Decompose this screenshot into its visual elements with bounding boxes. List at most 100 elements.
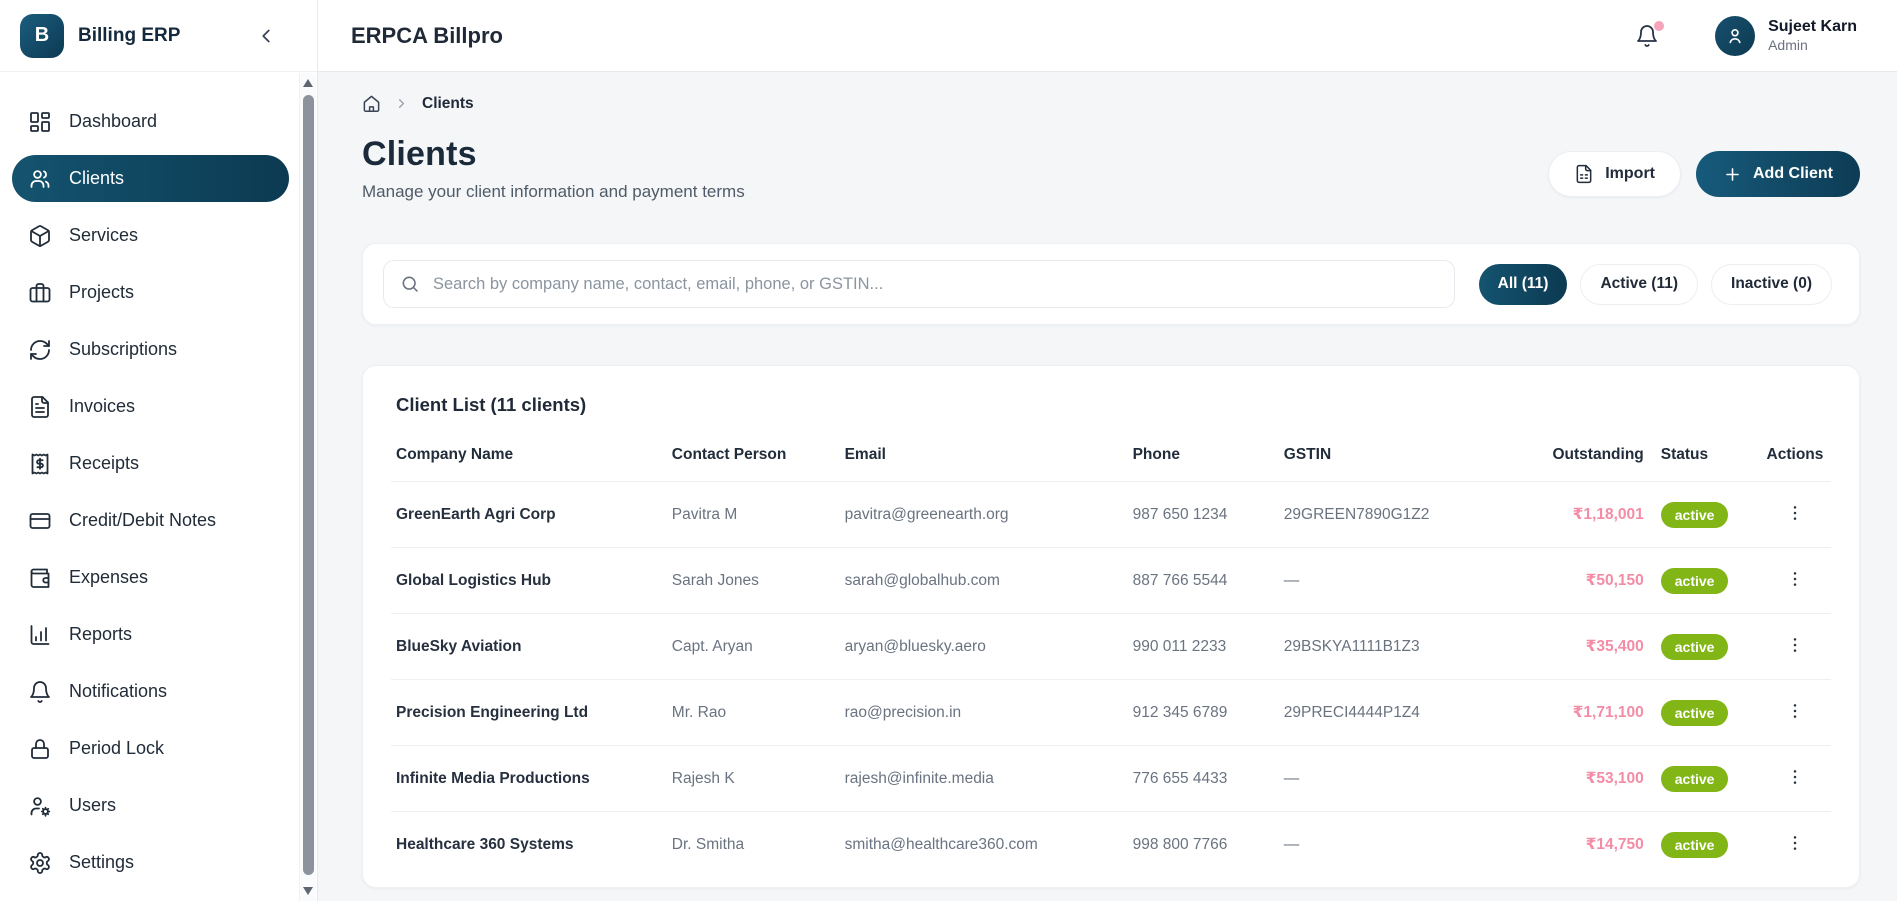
row-actions-button[interactable] [1779, 765, 1811, 789]
sidebar-item-credit-debit-notes[interactable]: Credit/Debit Notes [12, 497, 289, 544]
subscriptions-icon [28, 338, 52, 362]
sidebar-item-dashboard[interactable]: Dashboard [12, 98, 289, 145]
cell-outstanding: ₹50,150 [1521, 548, 1643, 614]
sidebar-item-label: Notifications [69, 681, 167, 702]
cell-email: sarah@globalhub.com [845, 548, 1133, 614]
user-menu[interactable]: Sujeet Karn Admin [1715, 16, 1857, 56]
sidebar-item-clients[interactable]: Clients [12, 155, 289, 202]
import-button[interactable]: Import [1548, 151, 1681, 197]
cell-outstanding: ₹14,750 [1521, 812, 1643, 878]
client-list-card: Client List (11 clients) Company NameCon… [362, 365, 1860, 888]
kebab-icon [1785, 635, 1805, 655]
home-icon[interactable] [362, 94, 381, 113]
sidebar-scrollbar[interactable] [299, 73, 316, 901]
row-actions-button[interactable] [1779, 501, 1811, 525]
row-actions-button[interactable] [1779, 567, 1811, 591]
sidebar-item-subscriptions[interactable]: Subscriptions [12, 326, 289, 373]
cell-actions [1759, 482, 1831, 548]
row-actions-button[interactable] [1779, 831, 1811, 855]
user-name: Sujeet Karn [1768, 17, 1857, 37]
app-logo: B [20, 14, 64, 58]
sidebar-item-expenses[interactable]: Expenses [12, 554, 289, 601]
app-window: B Billing ERP DashboardClientsServicesPr… [0, 0, 1897, 901]
sidebar-item-receipts[interactable]: Receipts [12, 440, 289, 487]
cell-phone: 776 655 4433 [1133, 746, 1284, 812]
sidebar-item-notifications[interactable]: Notifications [12, 668, 289, 715]
cell-email: smitha@healthcare360.com [845, 812, 1133, 878]
column-header-outstanding: Outstanding [1521, 446, 1643, 482]
search-input[interactable] [433, 275, 1438, 294]
cell-company: BlueSky Aviation [391, 614, 672, 680]
sidebar: B Billing ERP DashboardClientsServicesPr… [0, 0, 318, 901]
filter-all-11[interactable]: All (11) [1479, 264, 1568, 305]
cell-status: active [1644, 680, 1759, 746]
scrollbar-thumb[interactable] [303, 95, 314, 875]
import-label: Import [1605, 165, 1655, 183]
status-badge: active [1661, 832, 1729, 858]
filter-inactive-0[interactable]: Inactive (0) [1711, 264, 1832, 305]
notification-dot [1654, 21, 1664, 31]
wallet-icon [28, 566, 52, 590]
cell-gstin: 29PRECI4444P1Z4 [1284, 680, 1522, 746]
page-subtitle: Manage your client information and payme… [362, 182, 745, 202]
cell-status: active [1644, 614, 1759, 680]
cell-company: Healthcare 360 Systems [391, 812, 672, 878]
cell-status: active [1644, 746, 1759, 812]
filter-active-11[interactable]: Active (11) [1580, 264, 1698, 305]
kebab-icon [1785, 701, 1805, 721]
sidebar-item-label: Settings [69, 852, 134, 873]
scroll-down-arrow[interactable] [303, 887, 313, 895]
app-title: ERPCA Billpro [351, 23, 1635, 49]
status-badge: active [1661, 634, 1729, 660]
cell-status: active [1644, 482, 1759, 548]
settings-icon [28, 851, 52, 875]
table-row: Precision Engineering LtdMr. Raorao@prec… [391, 680, 1831, 746]
breadcrumb-current: Clients [422, 95, 474, 113]
sidebar-item-period-lock[interactable]: Period Lock [12, 725, 289, 772]
cell-actions [1759, 548, 1831, 614]
reports-icon [28, 623, 52, 647]
column-header-actions: Actions [1759, 446, 1831, 482]
cell-contact: Capt. Aryan [672, 614, 845, 680]
sidebar-item-label: Reports [69, 624, 132, 645]
cell-email: pavitra@greenearth.org [845, 482, 1133, 548]
cell-company: Global Logistics Hub [391, 548, 672, 614]
sidebar-collapse-button[interactable] [251, 21, 281, 51]
cell-outstanding: ₹1,71,100 [1521, 680, 1643, 746]
sidebar-item-settings[interactable]: Settings [12, 839, 289, 886]
search-filter-card: All (11) Active (11) Inactive (0) [362, 243, 1860, 325]
sidebar-item-reports[interactable]: Reports [12, 611, 289, 658]
cell-contact: Sarah Jones [672, 548, 845, 614]
sidebar-item-label: Dashboard [69, 111, 157, 132]
sidebar-nav: Dashboard Clients Services Projects Subscrip… [0, 72, 317, 901]
sidebar-item-label: Receipts [69, 453, 139, 474]
receipts-icon [28, 452, 52, 476]
cell-contact: Dr. Smitha [672, 812, 845, 878]
filter-group: All (11) Active (11) Inactive (0) [1479, 264, 1839, 305]
user-role: Admin [1768, 37, 1857, 55]
row-actions-button[interactable] [1779, 633, 1811, 657]
cell-company: GreenEarth Agri Corp [391, 482, 672, 548]
client-list-title: Client List (11 clients) [391, 394, 1831, 416]
add-client-label: Add Client [1753, 165, 1833, 183]
chevron-left-icon [255, 25, 277, 47]
cell-email: aryan@bluesky.aero [845, 614, 1133, 680]
kebab-icon [1785, 767, 1805, 787]
add-client-button[interactable]: Add Client [1696, 151, 1860, 197]
notifications-button[interactable] [1635, 24, 1659, 48]
table-row: BlueSky AviationCapt. Aryanaryan@bluesky… [391, 614, 1831, 680]
scroll-up-arrow[interactable] [303, 79, 313, 87]
row-actions-button[interactable] [1779, 699, 1811, 723]
clients-icon [28, 167, 52, 191]
cell-status: active [1644, 548, 1759, 614]
person-icon [1724, 25, 1746, 47]
sidebar-item-invoices[interactable]: Invoices [12, 383, 289, 430]
sidebar-item-users[interactable]: Users [12, 782, 289, 829]
sidebar-item-projects[interactable]: Projects [12, 269, 289, 316]
sidebar-item-services[interactable]: Services [12, 212, 289, 259]
cell-gstin: 29BSKYA1111B1Z3 [1284, 614, 1522, 680]
column-header-status: Status [1644, 446, 1759, 482]
column-header-email: Email [845, 446, 1133, 482]
user-cog-icon [28, 794, 52, 818]
dashboard-icon [28, 110, 52, 134]
